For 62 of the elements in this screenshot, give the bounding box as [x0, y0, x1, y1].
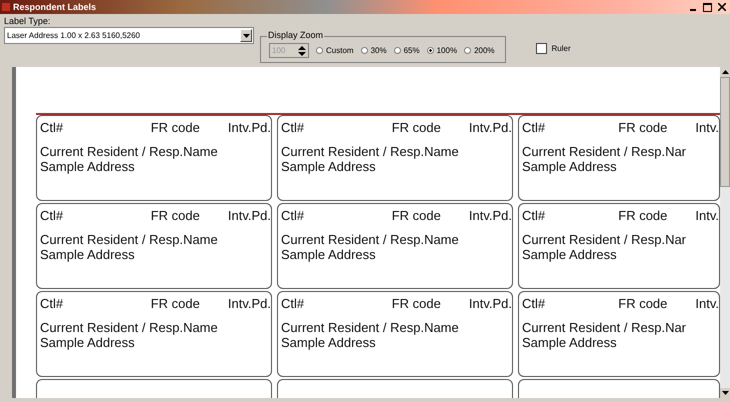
- control-number-field: Ctl#: [40, 120, 151, 135]
- address-field: Sample Address: [522, 159, 719, 174]
- control-number-field: Ctl#: [522, 208, 618, 223]
- interview-period-field: Intv.Pd.: [468, 296, 512, 311]
- spinner-arrows-icon: [296, 44, 308, 56]
- control-number-field: Ctl#: [281, 208, 392, 223]
- control-number-field: Ctl#: [522, 120, 618, 135]
- interview-period-field: Intv.Pd.: [468, 208, 512, 223]
- interview-period-field: Intv.: [695, 120, 719, 135]
- fr-code-field: FR code: [618, 208, 668, 223]
- interview-period-field: Intv.Pd.: [228, 296, 271, 311]
- fr-code-field: FR code: [618, 296, 668, 311]
- address-field: Sample Address: [281, 159, 512, 174]
- scroll-thumb[interactable]: [720, 77, 730, 187]
- name-field: Current Resident / Resp.Name: [281, 232, 512, 247]
- zoom-radio[interactable]: 100%: [426, 46, 458, 55]
- name-field: Current Resident / Resp.Name: [40, 232, 271, 247]
- name-field: Current Resident / Resp.Name: [40, 144, 271, 159]
- fr-code-field: FR code: [150, 120, 200, 135]
- control-number-field: Ctl#: [281, 120, 392, 135]
- display-zoom-title: Display Zoom: [267, 30, 324, 40]
- fr-code-field: FR code: [392, 120, 441, 135]
- control-number-field: Ctl#: [522, 296, 618, 311]
- address-field: Sample Address: [281, 335, 512, 350]
- interview-period-field: Intv.Pd.: [228, 120, 271, 135]
- address-field: Sample Address: [281, 247, 512, 262]
- name-field: Current Resident / Resp.Name: [281, 144, 512, 159]
- fr-code-field: FR code: [392, 296, 441, 311]
- address-field: Sample Address: [522, 335, 719, 350]
- zoom-radio[interactable]: 30%: [360, 46, 387, 55]
- address-field: Sample Address: [522, 247, 719, 262]
- fr-code-field: FR code: [618, 120, 668, 135]
- zoom-radio[interactable]: 200%: [464, 46, 495, 55]
- address-field: Sample Address: [40, 335, 271, 350]
- control-number-field: Ctl#: [281, 296, 392, 311]
- label-type-label: Label Type:: [4, 16, 52, 26]
- maximize-button[interactable]: [701, 1, 714, 13]
- name-field: Current Resident / Resp.Nar: [522, 232, 719, 247]
- name-field: Current Resident / Resp.Nar: [522, 320, 719, 335]
- fr-code-field: FR code: [150, 296, 200, 311]
- ruler-checkbox[interactable]: Ruler: [536, 43, 571, 54]
- name-field: Current Resident / Resp.Nar: [522, 144, 719, 159]
- close-icon: [718, 3, 726, 11]
- window-title: Respondent Labels: [13, 2, 96, 12]
- zoom-radio[interactable]: 65%: [394, 46, 420, 55]
- interview-period-field: Intv.: [695, 208, 719, 223]
- maximize-icon: [703, 2, 712, 12]
- name-field: Current Resident / Resp.Name: [40, 320, 271, 335]
- close-button[interactable]: [715, 1, 728, 13]
- fr-code-field: FR code: [392, 208, 441, 223]
- interview-period-field: Intv.: [695, 296, 719, 311]
- fr-code-field: FR code: [150, 208, 200, 223]
- app-icon: [2, 3, 10, 11]
- control-number-field: Ctl#: [40, 208, 151, 223]
- label-type-dropdown[interactable]: Laser Address 1.00 x 2.63 5160,5260: [4, 27, 254, 44]
- interview-period-field: Intv.Pd.: [468, 120, 512, 135]
- zoom-radio[interactable]: Custom: [316, 46, 354, 55]
- name-field: Current Resident / Resp.Name: [281, 320, 512, 335]
- address-field: Sample Address: [40, 247, 271, 262]
- interview-period-field: Intv.Pd.: [228, 208, 271, 223]
- address-field: Sample Address: [40, 159, 271, 174]
- control-number-field: Ctl#: [40, 296, 151, 311]
